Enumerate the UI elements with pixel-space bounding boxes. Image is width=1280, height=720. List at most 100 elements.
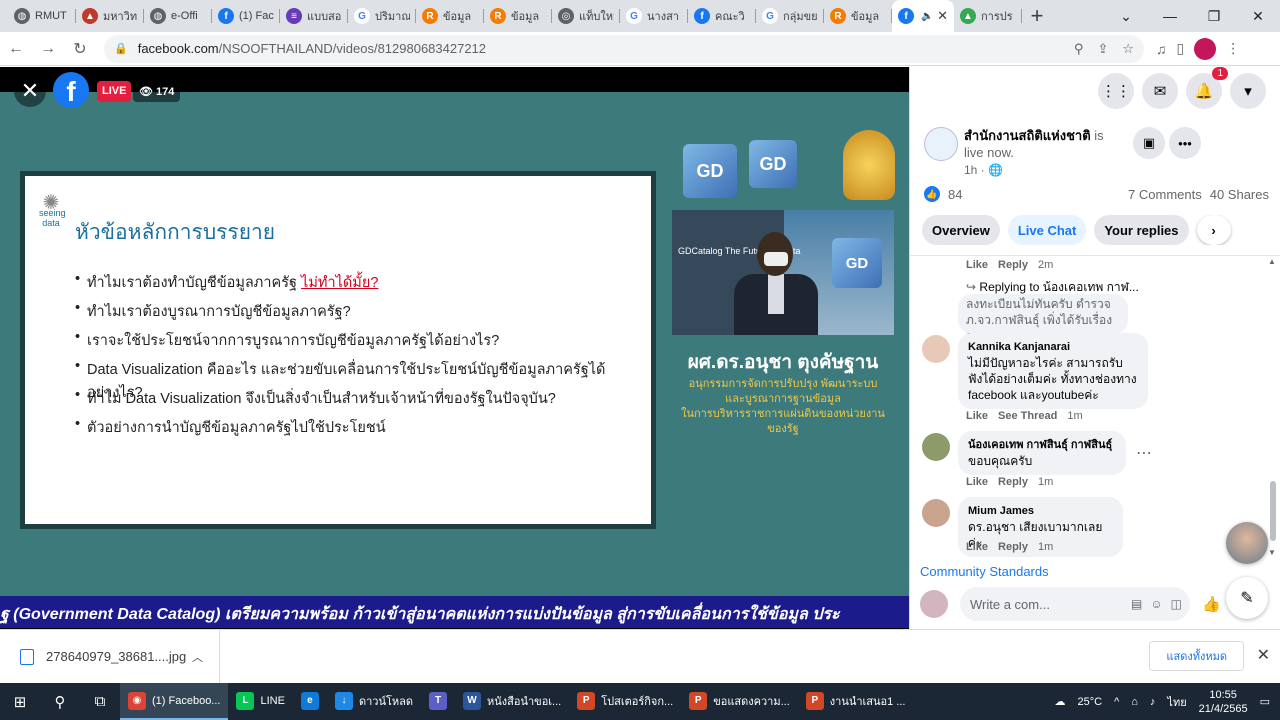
save-icon[interactable]: ▣ [1133,127,1165,159]
browser-tab[interactable]: G นางสา [620,0,688,32]
commenter-name[interactable]: Kannika Kanjanarai [968,339,1138,355]
like-link[interactable]: Like [966,410,988,422]
taskbar-app[interactable]: W หนังสือนำขอเ... [455,683,569,720]
browser-tab[interactable]: R ข้อมูล [484,0,552,32]
address-bar[interactable]: 🔒 facebook.com/NSOOFTHAILAND/videos/8129… [104,34,1144,63]
clock[interactable]: 10:55 21/4/2565 [1199,688,1248,716]
comment-input[interactable]: Write a com... ▤ ☺ ◫ [960,587,1190,621]
taskbar-app[interactable]: L LINE [228,683,292,720]
scroll-down-icon[interactable]: ▼ [1268,548,1276,557]
user-avatar[interactable] [920,590,948,618]
live-video-player[interactable]: GD GD ✺seeing data หัวข้อหลักการบรรยาย ท… [0,67,909,629]
page-avatar[interactable] [924,127,958,161]
forward-button[interactable]: → [32,33,64,65]
weather-cloud-icon[interactable]: ☁ [1055,695,1066,708]
new-message-icon[interactable]: ✎ [1226,577,1268,619]
chevron-right-icon[interactable]: › [1196,215,1231,245]
browser-tab[interactable]: f คณะวิ [688,0,756,32]
community-standards-link[interactable]: Community Standards [920,564,1049,579]
browser-tab[interactable]: ◍ RMUT [8,0,76,32]
reload-button[interactable]: ↻ [64,33,96,65]
share-icon[interactable]: ⇪ [1097,41,1108,57]
restore-button[interactable]: ❐ [1192,0,1236,32]
close-video-button[interactable]: ✕ [14,75,46,107]
media-control-icon[interactable]: ♫ [1156,41,1167,57]
reply-link[interactable]: Reply [998,541,1028,553]
taskbar-app[interactable]: P โปสเตอร์กิจก... [569,683,681,720]
comments-scrollbar[interactable]: ▲ ▼ [1268,257,1278,557]
browser-tab[interactable]: ▲ มหาวิท [76,0,144,32]
tab-search-icon[interactable]: ⌄ [1104,0,1148,32]
browser-tab[interactable]: G ปริมาณ [348,0,416,32]
account-chevron-icon[interactable]: ▾ [1230,73,1266,109]
messenger-icon[interactable]: ✉ [1142,73,1178,109]
more-options-icon[interactable]: ••• [1169,127,1201,159]
taskbar-app[interactable]: e [293,683,327,720]
download-item[interactable]: 278640979_38681....jpg ︿ [0,629,220,684]
browser-tab[interactable]: ▲ การปร [954,0,1022,32]
commenter-avatar[interactable] [922,335,950,363]
tab-overview[interactable]: Overview [922,215,1000,245]
show-all-button[interactable]: แสดงทั้งหมด [1149,641,1244,671]
browser-tab[interactable]: f (1) Fac [212,0,280,32]
new-tab-button[interactable]: + [1022,0,1052,32]
scroll-up-icon[interactable]: ▲ [1268,257,1276,266]
windows-start-icon[interactable]: ⊞ [0,683,40,720]
temperature[interactable]: 25°C [1078,696,1103,708]
chat-head-avatar[interactable] [1226,522,1268,564]
like-count[interactable]: 84 [948,187,962,202]
browser-tab[interactable]: R ข้อมูล [824,0,892,32]
lock-icon[interactable]: 🔒 [114,42,128,55]
reply-link[interactable]: Reply [998,476,1028,488]
comment-count[interactable]: 7 Comments [1128,187,1202,202]
like-link[interactable]: Like [966,476,988,488]
network-icon[interactable]: ⌂ [1131,696,1138,708]
browser-tab[interactable]: ◎ แท็บใหม่ [552,0,620,32]
volume-icon[interactable]: ♪ [1150,696,1156,708]
menu-grid-icon[interactable]: ⋮⋮ [1098,73,1134,109]
avatar-sticker-icon[interactable]: ◫ [1171,597,1182,611]
commenter-avatar[interactable] [922,433,950,461]
back-button[interactable]: ← [0,33,32,65]
notifications-bell-icon[interactable]: 🔔 1 [1186,67,1228,109]
close-window-button[interactable]: ✕ [1236,0,1280,32]
browser-tab[interactable]: ≡ แบบสอ [280,0,348,32]
emoji-icon[interactable]: ☺ [1150,597,1162,611]
taskbar-app[interactable]: T [421,683,455,720]
sticker-icon[interactable]: ▤ [1131,597,1142,611]
see-thread-link[interactable]: See Thread [998,410,1057,422]
like-thumb-icon[interactable]: 👍 [1202,595,1221,613]
taskbar-app[interactable]: ◉ (1) Faceboo... [120,683,229,720]
side-panel-icon[interactable]: ▯ [1177,40,1185,57]
browser-tab[interactable]: G กลุ่มขย [756,0,824,32]
input-language[interactable]: ไทย [1167,693,1186,711]
task-view-icon[interactable]: ⧉ [80,683,120,720]
taskbar-app[interactable]: P ขอแสดงความ... [681,683,798,720]
share-count[interactable]: 40 Shares [1210,187,1269,202]
close-icon[interactable]: ✕ [1257,645,1270,665]
chevron-up-icon[interactable]: ^ [1114,696,1119,708]
profile-avatar[interactable] [1194,37,1217,60]
taskbar-app[interactable]: ↓ ดาวน์โหลด [327,683,421,720]
minimize-button[interactable]: — [1148,0,1192,32]
facebook-logo-icon[interactable]: f [53,72,89,108]
taskbar-app[interactable]: P งานนำเสนอ1 ... [798,683,914,720]
browser-tab[interactable]: f 🔈 ✕ [892,0,954,32]
tab-your-replies[interactable]: Your replies [1094,215,1189,245]
commenter-name[interactable]: น้องเคอเทพ กาฬสินธุ์ กาฬสินธุ์ [968,437,1116,453]
zoom-icon[interactable]: ⚲ [1074,41,1084,57]
scrollbar-thumb[interactable] [1270,481,1276,541]
search-icon[interactable]: ⚲ [40,683,80,720]
browser-tab[interactable]: R ข้อมูล [416,0,484,32]
like-link[interactable]: Like [966,259,988,271]
reply-link[interactable]: Reply [998,259,1028,271]
bookmark-star-icon[interactable]: ☆ [1122,41,1134,57]
post-time[interactable]: 1h · 🌐 [964,163,1003,177]
chrome-menu-icon[interactable]: ⋮ [1226,40,1240,57]
audio-playing-icon[interactable]: 🔈 [921,11,933,22]
tab-live-chat[interactable]: Live Chat [1007,215,1087,245]
commenter-name[interactable]: Mium James [968,503,1113,519]
page-name-link[interactable]: สำนักงานสถิติแห่งชาติ [964,128,1091,143]
browser-tab[interactable]: ◍ e-Offi [144,0,212,32]
close-tab-icon[interactable]: ✕ [937,8,948,24]
